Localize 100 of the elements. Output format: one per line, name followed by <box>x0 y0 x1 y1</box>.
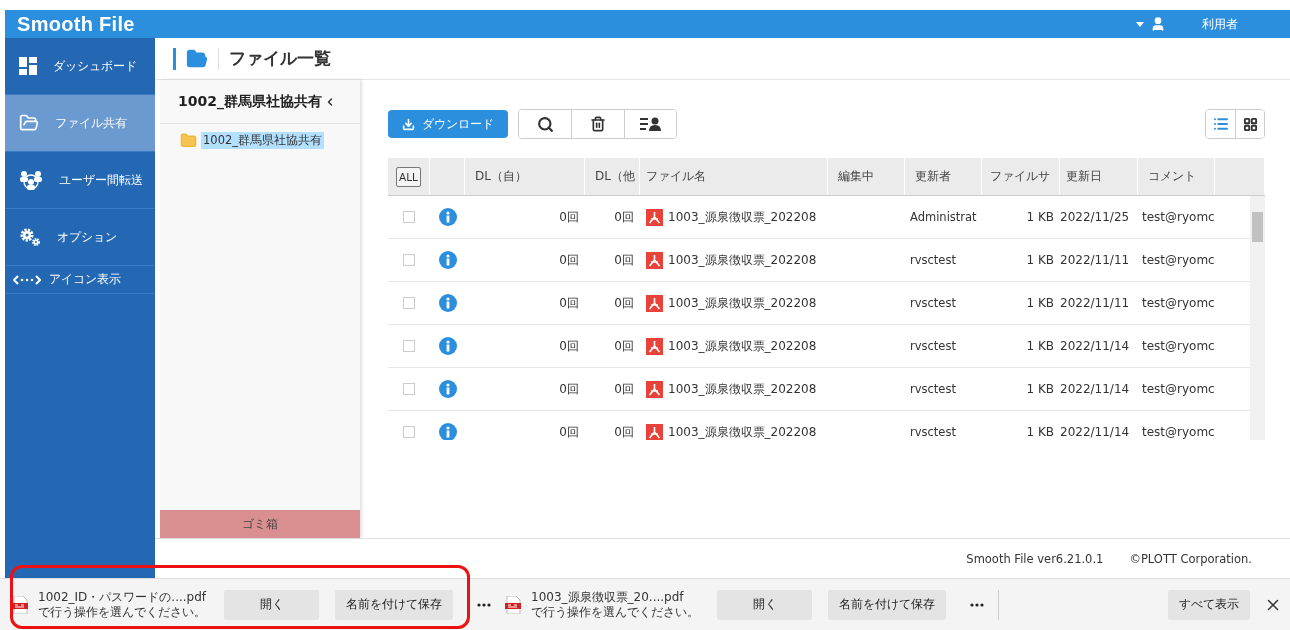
table-cell-text: test@ryomc <box>1141 295 1215 312</box>
sidebar-item-label: ユーザー間転送 <box>59 171 143 189</box>
file-name[interactable]: 1003_源泉徴収票_202208 <box>668 208 817 226</box>
info-icon[interactable] <box>438 251 457 269</box>
title-accent <box>173 47 176 70</box>
table-cell-text: test@ryomc <box>1141 338 1215 355</box>
open-button[interactable]: 開く <box>717 589 813 620</box>
list-view-icon <box>1212 116 1229 132</box>
table-cell-text: rvsctest <box>909 381 957 398</box>
row-checkbox[interactable] <box>403 211 415 223</box>
column-header[interactable]: ファイル名 <box>640 158 828 195</box>
column-header[interactable]: 更新者 <box>905 158 982 195</box>
save-as-button[interactable]: 名前を付けて保存 <box>828 589 947 620</box>
column-header[interactable]: コメント <box>1138 158 1215 195</box>
open-button[interactable]: 開く <box>224 589 320 620</box>
download-file-name: 1003_源泉徴収票_20....pdf <box>531 589 685 605</box>
file-name[interactable]: 1003_源泉徴収票_202208 <box>668 294 817 312</box>
row-checkbox[interactable] <box>403 426 415 438</box>
table-cell-text: 0回 <box>613 294 635 312</box>
pdf-icon <box>646 423 663 440</box>
table-cell-text: 0回 <box>613 380 635 398</box>
more-icon <box>970 602 985 607</box>
table-cell-text: 0回 <box>613 208 635 226</box>
row-checkbox[interactable] <box>403 340 415 352</box>
users-network-icon <box>19 170 43 190</box>
download-prompt: で行う操作を選んでください。 <box>38 604 207 620</box>
arrows-dots-icon <box>13 274 41 285</box>
sidebar-item-label: オプション <box>57 228 117 246</box>
file-name[interactable]: 1003_源泉徴収票_202208 <box>668 380 817 398</box>
row-checkbox[interactable] <box>403 297 415 309</box>
sidebar-item[interactable]: オプション <box>5 209 155 266</box>
user-list-button[interactable] <box>624 110 676 138</box>
caret-icon[interactable] <box>1136 21 1144 27</box>
table-cell-text: 0回 <box>558 337 580 355</box>
tree-item[interactable]: 1002_群馬県社協共有 <box>201 132 325 149</box>
table-cell-text: 0回 <box>558 294 580 312</box>
column-header[interactable]: 編集中 <box>828 158 905 195</box>
table-cell-text: 1 KB <box>1025 424 1055 440</box>
tree-title: 1002_群馬県社協共有 <box>178 92 322 111</box>
page-title: ファイル一覧 <box>229 47 331 70</box>
more-icon <box>477 602 492 607</box>
table-cell-text: test@ryomc <box>1141 209 1215 226</box>
table-cell-text: rvsctest <box>909 295 957 312</box>
user-icon[interactable] <box>1150 16 1166 32</box>
grid-view-icon <box>1242 116 1258 132</box>
pdf-icon <box>646 208 663 226</box>
search-icon <box>536 115 554 133</box>
table-cell-text: 1 KB <box>1025 295 1055 312</box>
info-icon[interactable] <box>438 337 457 355</box>
folder-icon <box>180 132 197 149</box>
table-cell-text: rvsctest <box>909 252 957 269</box>
info-icon[interactable] <box>438 423 457 440</box>
info-icon[interactable] <box>438 294 457 312</box>
app-logo: Smooth File <box>17 12 135 36</box>
row-checkbox[interactable] <box>403 383 415 395</box>
table-cell-text: 2022/11/14 <box>1060 424 1131 440</box>
column-header[interactable]: DL（他 <box>585 158 640 195</box>
table-cell-text: test@ryomc <box>1141 424 1215 440</box>
table-cell-text: 2022/11/14 <box>1060 338 1131 355</box>
table-cell-text: 2022/11/11 <box>1060 295 1131 312</box>
row-checkbox[interactable] <box>403 254 415 266</box>
pdf-file-icon <box>12 595 28 614</box>
table-cell-text: 1 KB <box>1025 209 1055 226</box>
column-header[interactable]: DL（自） <box>465 158 585 195</box>
save-as-button[interactable]: 名前を付けて保存 <box>335 589 454 620</box>
select-all-button[interactable]: ALL <box>396 166 421 187</box>
info-icon[interactable] <box>438 380 457 398</box>
table-cell-text: 0回 <box>613 423 635 440</box>
scrollbar[interactable] <box>1250 196 1265 440</box>
show-all-button[interactable]: すべて表示 <box>1168 589 1250 620</box>
pdf-icon <box>646 337 663 355</box>
icon-view-toggle[interactable]: アイコン表示 <box>5 266 155 294</box>
column-header[interactable]: 更新日 <box>1060 158 1138 195</box>
sidebar-item-label: ファイル共有 <box>55 114 127 132</box>
table-cell-text: test@ryomc <box>1141 381 1215 398</box>
table-cell-text: 0回 <box>558 423 580 440</box>
table-cell-text: 1 KB <box>1025 381 1055 398</box>
file-name[interactable]: 1003_源泉徴収票_202208 <box>668 337 817 355</box>
table-cell-text: rvsctest <box>909 338 957 355</box>
dashboard-icon <box>19 57 37 75</box>
table-cell-text: 0回 <box>558 251 580 269</box>
user-list-icon <box>639 117 662 131</box>
pdf-icon <box>646 251 663 269</box>
column-header[interactable]: ファイルサ <box>982 158 1060 195</box>
file-name[interactable]: 1003_源泉徴収票_202208 <box>668 251 817 269</box>
table-cell-text: rvsctest <box>909 424 957 440</box>
sidebar-item[interactable]: ユーザー間転送 <box>5 152 155 209</box>
version-text: Smooth File ver6.21.0.1 <box>966 551 1104 566</box>
scroll-thumb[interactable] <box>1252 212 1263 242</box>
table-cell-text: 1 KB <box>1025 338 1055 355</box>
table-cell-text: 2022/11/25 <box>1060 209 1131 226</box>
gears-icon <box>19 227 41 247</box>
trash-bin[interactable]: ゴミ箱 <box>160 510 360 538</box>
table-cell-text: 0回 <box>613 337 635 355</box>
table-cell-text: 1 KB <box>1025 252 1055 269</box>
view-button[interactable] <box>1235 110 1264 138</box>
user-name: 利用者 <box>1202 15 1238 33</box>
table-cell-text: test@ryomc <box>1141 252 1215 269</box>
info-icon[interactable] <box>438 208 457 226</box>
file-name[interactable]: 1003_源泉徴収票_202208 <box>668 423 817 440</box>
